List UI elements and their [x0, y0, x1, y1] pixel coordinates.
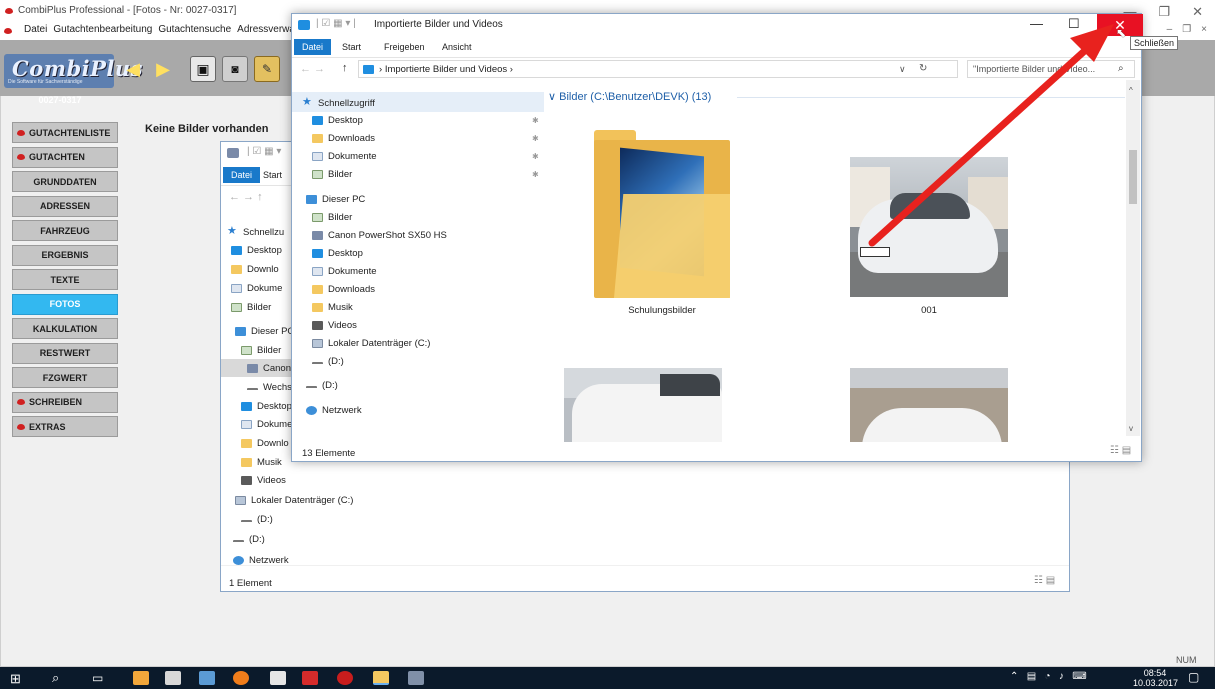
- notification-icon[interactable]: ▢: [1188, 670, 1199, 684]
- task-view-icon[interactable]: ▭: [92, 671, 103, 685]
- firefox-icon[interactable]: [233, 671, 249, 685]
- camera-import-icon[interactable]: [408, 671, 424, 685]
- system-tray-icons[interactable]: ⌃ ▤ ◔ ♪ ⌨: [1010, 671, 1087, 682]
- combiplus-taskbar-icon[interactable]: [337, 671, 353, 685]
- notepad-icon[interactable]: [270, 671, 286, 685]
- red-app-icon[interactable]: [302, 671, 318, 685]
- clock-time: 08:54: [1143, 668, 1167, 678]
- document-app-icon[interactable]: [165, 671, 181, 685]
- clock[interactable]: 08:54 10.03.2017: [1133, 667, 1179, 688]
- mouse-cursor-icon: ⬉: [1116, 26, 1127, 40]
- annotation-arrow-shaft: [868, 42, 1094, 247]
- search-icon[interactable]: ⌕: [52, 670, 59, 686]
- file-explorer-icon[interactable]: [373, 671, 389, 685]
- clock-date: 10.03.2017: [1133, 678, 1179, 688]
- outlook-icon[interactable]: [133, 671, 149, 685]
- phone-app-icon[interactable]: [199, 671, 215, 685]
- windows-start-icon[interactable]: ⊞: [10, 671, 21, 687]
- annotation-arrow: [868, 24, 1114, 247]
